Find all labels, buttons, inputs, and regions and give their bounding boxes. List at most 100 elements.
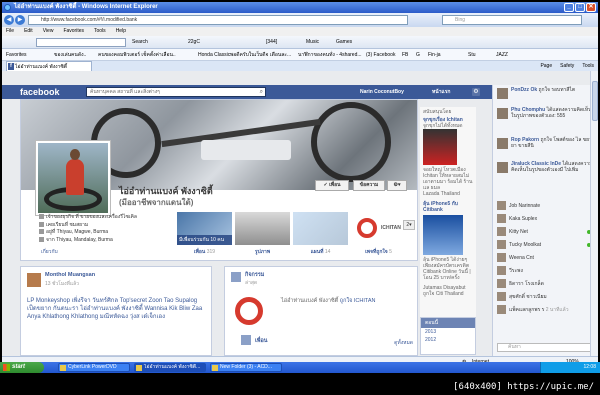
year-now[interactable]: ตอนนี้ [421, 318, 475, 328]
favorite-item[interactable]: Stu [468, 49, 476, 60]
menu-bar: File Edit View Favorites Tools Help [2, 27, 598, 36]
likes-tile[interactable]: ICHITAN [351, 212, 406, 245]
ticker-item[interactable]: Jiraluck Classic InDe ได้แสดงความคิดเห็น… [497, 161, 597, 173]
games-button[interactable]: Games [336, 36, 352, 49]
activity-icon [231, 272, 241, 282]
address-input[interactable]: http://www.facebook.com/#!/i.modified.ba… [28, 15, 408, 25]
weather-widget[interactable]: 22gC [188, 36, 200, 49]
mail-count[interactable]: [344] [266, 36, 277, 49]
chat-contact[interactable]: แพ็คแลกลูกพร ร 2 นาทีแล้ว [497, 305, 597, 316]
chat-contact[interactable]: Job Narinnate [497, 201, 597, 212]
friend-button[interactable]: ✓ เพื่อน [315, 180, 349, 191]
start-button[interactable]: start [0, 362, 44, 373]
activity-link[interactable]: ถูกใจ ICHITAN [340, 298, 376, 304]
favorite-item[interactable]: (3) Facebook [366, 49, 395, 60]
chat-contact[interactable]: วีระพง [497, 266, 597, 277]
vertical-scrollbar[interactable] [590, 71, 598, 356]
chat-contact[interactable]: สุขศักดิ์ ชาวเนียม [497, 292, 597, 303]
chat-search-input[interactable]: ค้นหา [497, 343, 593, 352]
menu-file[interactable]: File [6, 27, 14, 36]
facebook-user-link[interactable]: Narin CoconutBoy [360, 85, 404, 99]
tools-menu[interactable]: Tools [582, 61, 594, 71]
timeline-years: ตอนนี้ 2013 2012 [420, 317, 476, 355]
back-button[interactable]: ◀ [4, 15, 14, 25]
friends-tile[interactable]: มีเพื่อนร่วมกัน 10 คน [177, 212, 232, 245]
gear-icon[interactable]: ⚙ [472, 88, 480, 96]
about-link[interactable]: เกี่ยวกับ [41, 248, 58, 256]
profile-photo [38, 143, 108, 213]
favorites-button[interactable]: Favorites [6, 49, 27, 60]
scrollbar-thumb[interactable] [592, 81, 598, 121]
year-2013[interactable]: 2013 [421, 328, 475, 336]
ticker-item[interactable]: Phu Chomphu ได้แสดงความคิดเห็นในรูปภาพขอ… [497, 107, 597, 119]
tile-label-friends[interactable]: เพื่อน 319 [177, 248, 232, 256]
favorite-item[interactable]: Honda Classic [198, 49, 230, 60]
taskbar-item[interactable]: New Folder (3) - ACD... [210, 363, 282, 372]
facebook-home-link[interactable]: หน้าแรก [432, 85, 450, 99]
menu-help[interactable]: Help [116, 27, 126, 36]
tab-facebook[interactable]: ไอ่อำท่านแบงค์ พังงาซิตี้ [6, 61, 92, 71]
menu-edit[interactable]: Edit [24, 27, 33, 36]
chat-contact[interactable]: Tucky Moolkat [497, 240, 597, 251]
avatar [497, 162, 508, 173]
favorite-item[interactable]: นาฬิกาของคนทั่ง - 4shared... [298, 49, 362, 60]
taskbar-item-active[interactable]: ไอ่อำท่านแบงค์ พังงาซิตี้... [134, 363, 206, 372]
profile-picture[interactable] [35, 140, 111, 216]
ad2-text: ลุ้น iPhone5 ได้ง่ายๆ เพียงสมัครบัตรเครด… [423, 257, 471, 281]
tile-label-map[interactable]: แผนที่ 14 [293, 248, 348, 256]
ticker-item[interactable]: PonDzz Ok ถูกใจ รอบทาสีไต [497, 87, 597, 99]
forward-button[interactable]: ▶ [15, 15, 25, 25]
settings-dropdown[interactable]: ⚙▾ [387, 180, 407, 191]
menu-view[interactable]: View [43, 27, 54, 36]
favorite-item[interactable]: ของเล่นคนดัง.. [54, 49, 86, 60]
favorite-item[interactable]: JAZZ [496, 49, 508, 60]
clock[interactable]: 12:08 [583, 364, 596, 370]
activity-subtitle: ล่าสุด [245, 280, 258, 286]
ichitan-activity-logo[interactable] [235, 297, 263, 325]
post-author[interactable]: Monthol Muangsan [45, 272, 95, 278]
ad2-title[interactable]: ลุ้น iPhone5 กับ Citibank [423, 201, 475, 213]
facebook-search-input[interactable]: ค้นหาบุคคล สถานที่ และสิ่งต่างๆ ⌕ [86, 87, 266, 97]
favorite-item[interactable]: คนของคอมพิวเตอร์ เช็คตั้งค่าเลือน.. [98, 49, 176, 60]
map-tile[interactable] [293, 212, 348, 245]
post-avatar[interactable] [27, 273, 41, 287]
year-2012[interactable]: 2012 [421, 336, 475, 344]
bing-search-input[interactable]: Bing [442, 15, 582, 25]
upic-watermark: [640x400] https://upic.me/ [453, 382, 594, 392]
chat-contact[interactable]: ธิดารา โรงเกล็ด [497, 279, 597, 290]
toolbar-search-input[interactable] [36, 38, 126, 47]
chat-contact[interactable]: Kaka Suplex [497, 214, 597, 225]
command-bar: Page Safety Tools [540, 61, 594, 71]
page-menu[interactable]: Page [540, 61, 552, 71]
avatar [497, 279, 506, 289]
search-icon[interactable]: ⌕ [260, 88, 263, 96]
maximize-button[interactable]: □ [575, 3, 585, 12]
favorite-item[interactable]: G [416, 49, 420, 60]
favorite-item[interactable]: Fin-ja [428, 49, 441, 60]
photos-tile[interactable] [235, 212, 290, 245]
toolbar-search-button[interactable]: Search [132, 36, 148, 49]
menu-favorites[interactable]: Favorites [63, 27, 84, 36]
ticker-item[interactable]: Rop Pakorn ถูกใจ โพสต์ของ ไล ขยายยา ขายส… [497, 137, 597, 149]
more-tiles-button[interactable]: 2▾ [403, 220, 415, 230]
ad1-image[interactable] [423, 129, 457, 165]
menu-tools[interactable]: Tools [94, 27, 106, 36]
favorite-item[interactable]: FB [402, 49, 408, 60]
favorite-item[interactable]: พอดีครับในเว็บดีจ เดือนละ... [230, 49, 291, 60]
music-button[interactable]: Music [306, 36, 319, 49]
message-button[interactable]: ข้อความ [353, 180, 385, 191]
taskbar-item[interactable]: CyberLink PowerDVD [58, 363, 130, 372]
close-button[interactable]: ✕ [586, 3, 596, 12]
see-all-link[interactable]: ดูทั้งหมด [394, 339, 413, 347]
tile-label-likes[interactable]: เพจที่ถูกใจ 5 [351, 248, 406, 256]
activity-title: กิจกรรม [245, 272, 265, 278]
ad2-image[interactable] [423, 215, 463, 255]
chat-contact[interactable]: Weena Cnt [497, 253, 597, 264]
facebook-logo[interactable]: facebook [20, 86, 60, 98]
tile-label-photos[interactable]: รูปภาพ [235, 248, 290, 256]
ad1-brand[interactable]: Lazada Thailand [423, 191, 475, 197]
post-time[interactable]: 13 ชั่วโมงที่แล้ว [45, 280, 79, 288]
chat-contact[interactable]: Kitty Net [497, 227, 597, 238]
safety-menu[interactable]: Safety [560, 61, 574, 71]
minimize-button[interactable]: _ [564, 3, 574, 12]
